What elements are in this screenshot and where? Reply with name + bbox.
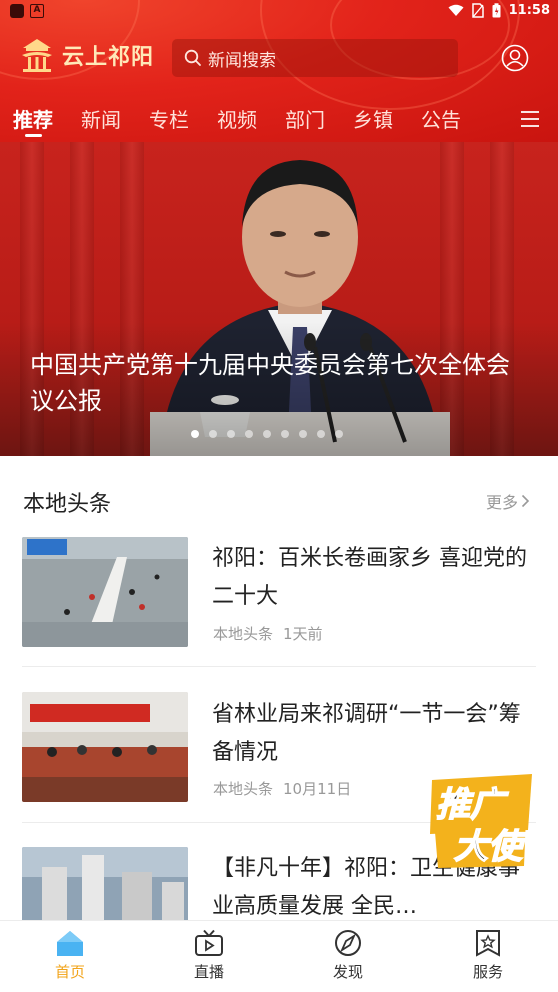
nav-label: 直播 <box>193 963 224 981</box>
news-title[interactable]: 祁阳：百米长卷画家乡 喜迎党的二十大 <box>212 540 532 616</box>
category-tabs: 推荐 新闻 专栏 视频 部门 乡镇 公告 <box>0 100 558 140</box>
news-time: 10月11日 <box>283 780 352 798</box>
nav-label: 首页 <box>54 963 85 981</box>
more-label: 更多 <box>486 493 519 512</box>
nav-live[interactable]: 直播 <box>169 929 249 982</box>
carousel-dot[interactable] <box>317 430 325 438</box>
promotion-ambassador-badge[interactable]: 推广 大使 <box>424 772 536 872</box>
tab-notice[interactable]: 公告 <box>421 104 461 133</box>
compass-icon <box>335 930 361 956</box>
carousel-dot[interactable] <box>191 430 199 438</box>
app-logo: 云上祁阳 <box>18 36 154 74</box>
carousel-dot[interactable] <box>227 430 235 438</box>
section-title: 本地头条 <box>23 492 112 517</box>
badge-text-line2: 大使 <box>454 827 528 867</box>
menu-icon[interactable] <box>520 110 540 128</box>
pavilion-logo-icon <box>22 39 52 72</box>
app-header: A 11:58 云上祁阳 新闻搜索 推荐 新闻 专栏 视频 部门 乡镇 公告 <box>0 0 558 142</box>
nav-service[interactable]: 服务 <box>448 929 528 982</box>
badge-text-line1: 推广 <box>436 785 509 825</box>
search-placeholder: 新闻搜索 <box>208 50 276 71</box>
news-title[interactable]: 省林业局来祁调研“一节一会”筹备情况 <box>212 696 532 772</box>
carousel-dot[interactable] <box>335 430 343 438</box>
wifi-icon <box>448 4 464 17</box>
carousel-indicator <box>191 430 343 438</box>
banner-caption[interactable]: 中国共产党第十九届中央委员会第七次全体会议公报 <box>30 347 530 419</box>
tab-department[interactable]: 部门 <box>285 104 325 133</box>
news-category: 本地头条 <box>213 625 274 643</box>
tab-recommend[interactable]: 推荐 <box>13 104 53 133</box>
news-time: 1天前 <box>283 625 323 643</box>
user-avatar-icon[interactable] <box>501 44 529 72</box>
bottom-nav: 首页 直播 发现 服务 <box>0 920 558 992</box>
no-sim-icon <box>471 3 484 18</box>
chevron-right-icon <box>521 494 530 508</box>
news-meta: 本地头条 10月11日 <box>213 778 361 799</box>
search-icon <box>184 49 201 66</box>
notification-app-icon <box>10 4 24 18</box>
active-tab-indicator <box>25 134 42 137</box>
home-icon <box>57 931 83 956</box>
news-item[interactable]: 祁阳：百米长卷画家乡 喜迎党的二十大 本地头条 1天前 <box>0 534 558 688</box>
news-category: 本地头条 <box>213 780 274 798</box>
news-meta: 本地头条 1天前 <box>213 623 333 644</box>
status-time: 11:58 <box>508 3 550 18</box>
more-link[interactable]: 更多 <box>486 489 530 513</box>
carousel-dot[interactable] <box>209 430 217 438</box>
carousel-dot[interactable] <box>245 430 253 438</box>
news-thumbnail <box>22 537 188 647</box>
nav-home[interactable]: 首页 <box>30 929 110 982</box>
nav-label: 服务 <box>472 963 503 981</box>
banner-carousel[interactable]: 中国共产党第十九届中央委员会第七次全体会议公报 <box>0 142 558 456</box>
status-bar: A 11:58 <box>0 0 558 24</box>
carousel-dot[interactable] <box>281 430 289 438</box>
divider <box>22 666 536 667</box>
tab-township[interactable]: 乡镇 <box>353 104 393 133</box>
app-name: 云上祁阳 <box>62 45 155 70</box>
tv-icon <box>195 929 223 956</box>
star-bookmark-icon <box>476 930 500 957</box>
notification-a-icon: A <box>30 4 44 18</box>
nav-label: 发现 <box>332 963 363 981</box>
nav-discover[interactable]: 发现 <box>308 929 388 982</box>
tab-news[interactable]: 新闻 <box>81 104 121 133</box>
tab-video[interactable]: 视频 <box>217 104 257 133</box>
battery-icon <box>492 3 501 18</box>
carousel-dot[interactable] <box>263 430 271 438</box>
search-bar[interactable]: 新闻搜索 <box>172 39 458 77</box>
tab-column[interactable]: 专栏 <box>149 104 189 133</box>
carousel-dot[interactable] <box>299 430 307 438</box>
news-thumbnail <box>22 692 188 802</box>
